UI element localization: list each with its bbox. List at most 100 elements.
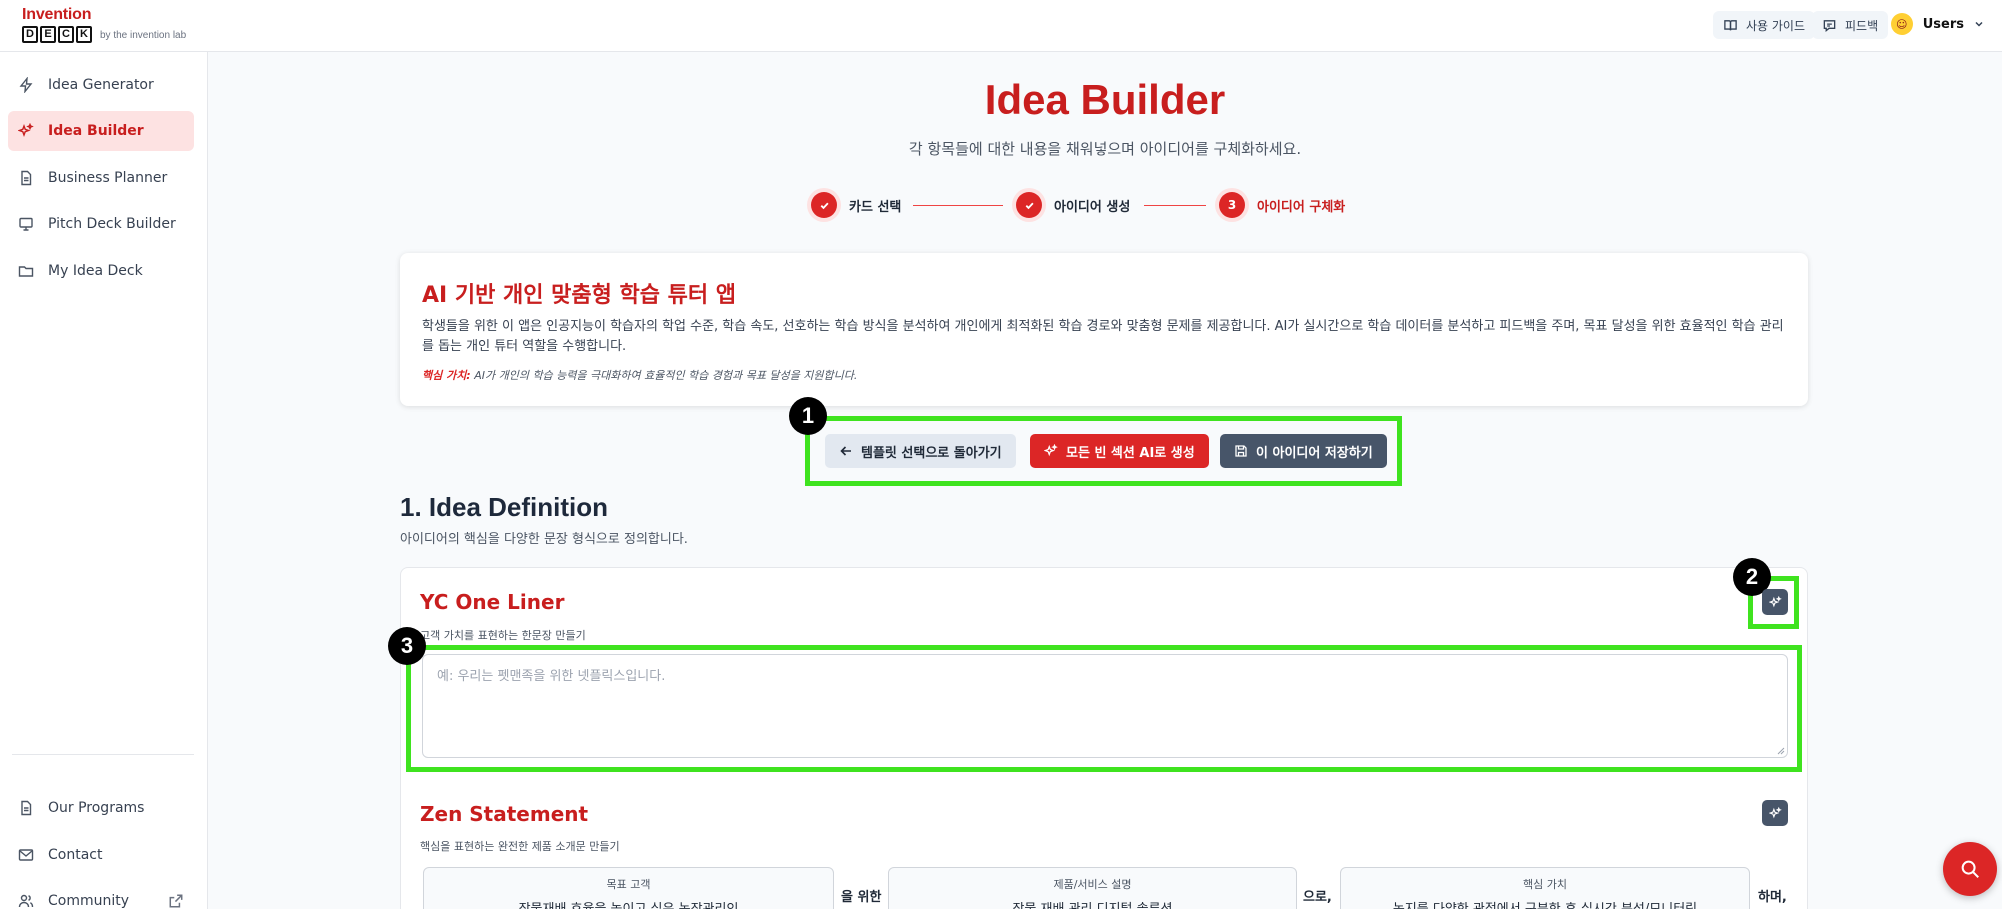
back-button-label: 템플릿 선택으로 돌아가기: [861, 445, 1002, 461]
bolt-icon: [19, 77, 33, 93]
sidebar-item-pitch-deck-builder[interactable]: Pitch Deck Builder: [8, 204, 194, 244]
yc-input-placeholder: 예: 우리는 펫맨족을 위한 넷플릭스입니다.: [437, 669, 666, 684]
feedback-label: 피드백: [1845, 18, 1879, 33]
zen-field-value: 작물재배 효율을 높이고 싶은 농장관리인: [424, 898, 833, 909]
logo-letter: C: [58, 26, 74, 43]
sparkles-icon: [1768, 595, 1782, 607]
user-label: Users: [1922, 16, 1964, 32]
section-title: 1. Idea Definition: [400, 492, 609, 522]
mail-icon: [18, 849, 34, 861]
document-icon: [21, 170, 32, 186]
step-idea-generate: 아이디어 생성: [1016, 192, 1130, 218]
sidebar-item-my-idea-deck[interactable]: My Idea Deck: [8, 251, 194, 291]
feedback-button[interactable]: 피드백: [1812, 11, 1889, 39]
section-subtitle: 아이디어의 핵심을 다양한 문장 형식으로 정의합니다.: [400, 532, 688, 547]
generate-button-label: 모든 빈 섹션 AI로 생성: [1066, 445, 1195, 461]
save-icon: [1235, 445, 1247, 457]
document-icon: [21, 800, 32, 816]
step-connector: [913, 205, 1003, 206]
yc-ai-generate-button[interactable]: [1762, 589, 1788, 615]
step-label: 카드 선택: [849, 199, 902, 215]
save-idea-button[interactable]: 이 아이디어 저장하기: [1220, 434, 1387, 468]
idea-summary-card: AI 기반 개인 맞춤형 학습 튜터 앱 학생들을 위한 이 앱은 인공지능이 …: [400, 253, 1808, 406]
sidebar-item-community[interactable]: Community: [8, 881, 194, 909]
page-subtitle: 각 항목들에 대한 내용을 채워넣으며 아이디어를 구체화하세요.: [908, 140, 1302, 158]
zen-ai-generate-button[interactable]: [1762, 800, 1788, 826]
sidebar-item-idea-generator[interactable]: Idea Generator: [8, 65, 194, 105]
idea-core-value: 핵심 가치: AI가 개인의 학습 능력을 극대화하여 효율적인 학습 경험과 …: [422, 367, 857, 383]
sparkles-icon: [1044, 444, 1058, 457]
page-title: Idea Builder: [984, 76, 1226, 123]
arrow-left-icon: [840, 446, 851, 456]
app-logo[interactable]: Invention D E C K by the invention lab: [20, 6, 200, 46]
sidebar-item-label: My Idea Deck: [48, 263, 143, 279]
yc-one-liner-subtitle: 고객 가치를 표현하는 한문장 만들기: [420, 629, 586, 642]
folder-icon: [18, 266, 34, 277]
core-value-label: 핵심 가치:: [422, 369, 471, 382]
idea-title: AI 기반 개인 맞춤형 학습 튜터 앱: [422, 283, 737, 308]
core-value-text: AI가 개인의 학습 능력을 극대화하여 효율적인 학습 경험과 목표 달성을 …: [474, 369, 858, 382]
book-icon: [1724, 19, 1737, 30]
marker-1: 1: [789, 397, 827, 435]
sidebar-item-label: Idea Builder: [48, 123, 144, 139]
step-idea-refine: 3 아이디어 구체화: [1219, 192, 1345, 218]
zen-field-label: 핵심 가치: [1523, 878, 1567, 891]
yc-one-liner-input[interactable]: 예: 우리는 펫맨족을 위한 넷플릭스입니다.: [422, 654, 1788, 758]
sidebar-item-idea-builder[interactable]: Idea Builder: [8, 111, 194, 151]
step-check: [1016, 192, 1042, 218]
sidebar-item-label: Idea Generator: [48, 77, 154, 93]
sidebar-item-label: Pitch Deck Builder: [48, 216, 176, 232]
sidebar-divider: [12, 754, 194, 755]
sidebar-item-contact[interactable]: Contact: [8, 835, 194, 875]
zen-field-label: 제품/서비스 설명: [1053, 878, 1132, 891]
users-icon: [18, 894, 34, 908]
logo-letter: K: [76, 26, 92, 43]
sidebar-item-our-programs[interactable]: Our Programs: [8, 788, 194, 828]
zen-field-value: 작물 재배 관리 디지털 솔루션: [889, 898, 1296, 909]
zen-field-label: 목표 고객: [606, 878, 651, 891]
guide-button[interactable]: 사용 가이드: [1713, 11, 1816, 39]
back-to-template-button[interactable]: 템플릿 선택으로 돌아가기: [825, 434, 1016, 468]
zen-connector: 하며,: [1758, 890, 1787, 905]
zen-product-field[interactable]: 제품/서비스 설명 작물 재배 관리 디지털 솔루션: [888, 867, 1297, 909]
check-icon: [1025, 202, 1034, 209]
resize-handle-icon[interactable]: [1775, 745, 1785, 755]
step-label: 아이디어 구체화: [1257, 199, 1346, 215]
search-icon: [1961, 860, 1979, 878]
sparkles-icon: [18, 123, 34, 138]
step-card-select: 카드 선택: [811, 192, 901, 218]
zen-connector: 으로,: [1303, 890, 1332, 905]
zen-statement-subtitle: 핵심을 표현하는 완전한 제품 소개문 만들기: [420, 840, 620, 853]
check-icon: [820, 202, 829, 209]
sidebar-item-label: Contact: [48, 847, 103, 863]
logo-letter: D: [22, 26, 38, 43]
chevron-down-icon: [1975, 21, 1983, 27]
zen-target-customer-field[interactable]: 목표 고객 작물재배 효율을 높이고 싶은 농장관리인: [423, 867, 834, 909]
message-icon: [1823, 19, 1836, 32]
guide-label: 사용 가이드: [1746, 18, 1806, 33]
zen-connector: 을 위한: [841, 890, 882, 905]
floating-search-button[interactable]: [1943, 842, 1997, 896]
sidebar-item-label: Community: [48, 893, 130, 909]
step-connector: [1144, 205, 1206, 206]
generate-all-ai-button[interactable]: 모든 빈 섹션 AI로 생성: [1030, 434, 1209, 468]
yc-one-liner-title: YC One Liner: [420, 590, 565, 614]
step-check: [811, 192, 837, 218]
avatar: ☺: [1890, 13, 1913, 35]
sidebar-item-business-planner[interactable]: Business Planner: [8, 158, 194, 198]
monitor-icon: [19, 217, 33, 231]
external-link-icon: [169, 894, 183, 908]
logo-deck-letters: D E C K: [22, 26, 92, 43]
zen-field-value: 농지를 다양한 관점에서 구분한 후 실시간 분석/모니터링: [1341, 898, 1749, 909]
zen-core-value-field[interactable]: 핵심 가치 농지를 다양한 관점에서 구분한 후 실시간 분석/모니터링: [1340, 867, 1750, 909]
zen-statement-title: Zen Statement: [420, 802, 589, 826]
logo-letter: E: [40, 26, 56, 43]
step-label: 아이디어 생성: [1054, 199, 1131, 215]
top-bar: Invention D E C K by the invention lab 사…: [0, 0, 2002, 52]
sidebar-item-label: Our Programs: [48, 800, 145, 816]
sidebar: Idea Generator Idea Builder Business Pla…: [0, 52, 208, 909]
step-number: 3: [1219, 192, 1245, 218]
idea-description: 학생들을 위한 이 앱은 인공지능이 학습자의 학업 수준, 학습 속도, 선호…: [422, 319, 1784, 354]
save-button-label: 이 아이디어 저장하기: [1256, 445, 1373, 461]
user-menu[interactable]: ☺ Users: [1890, 13, 1984, 35]
